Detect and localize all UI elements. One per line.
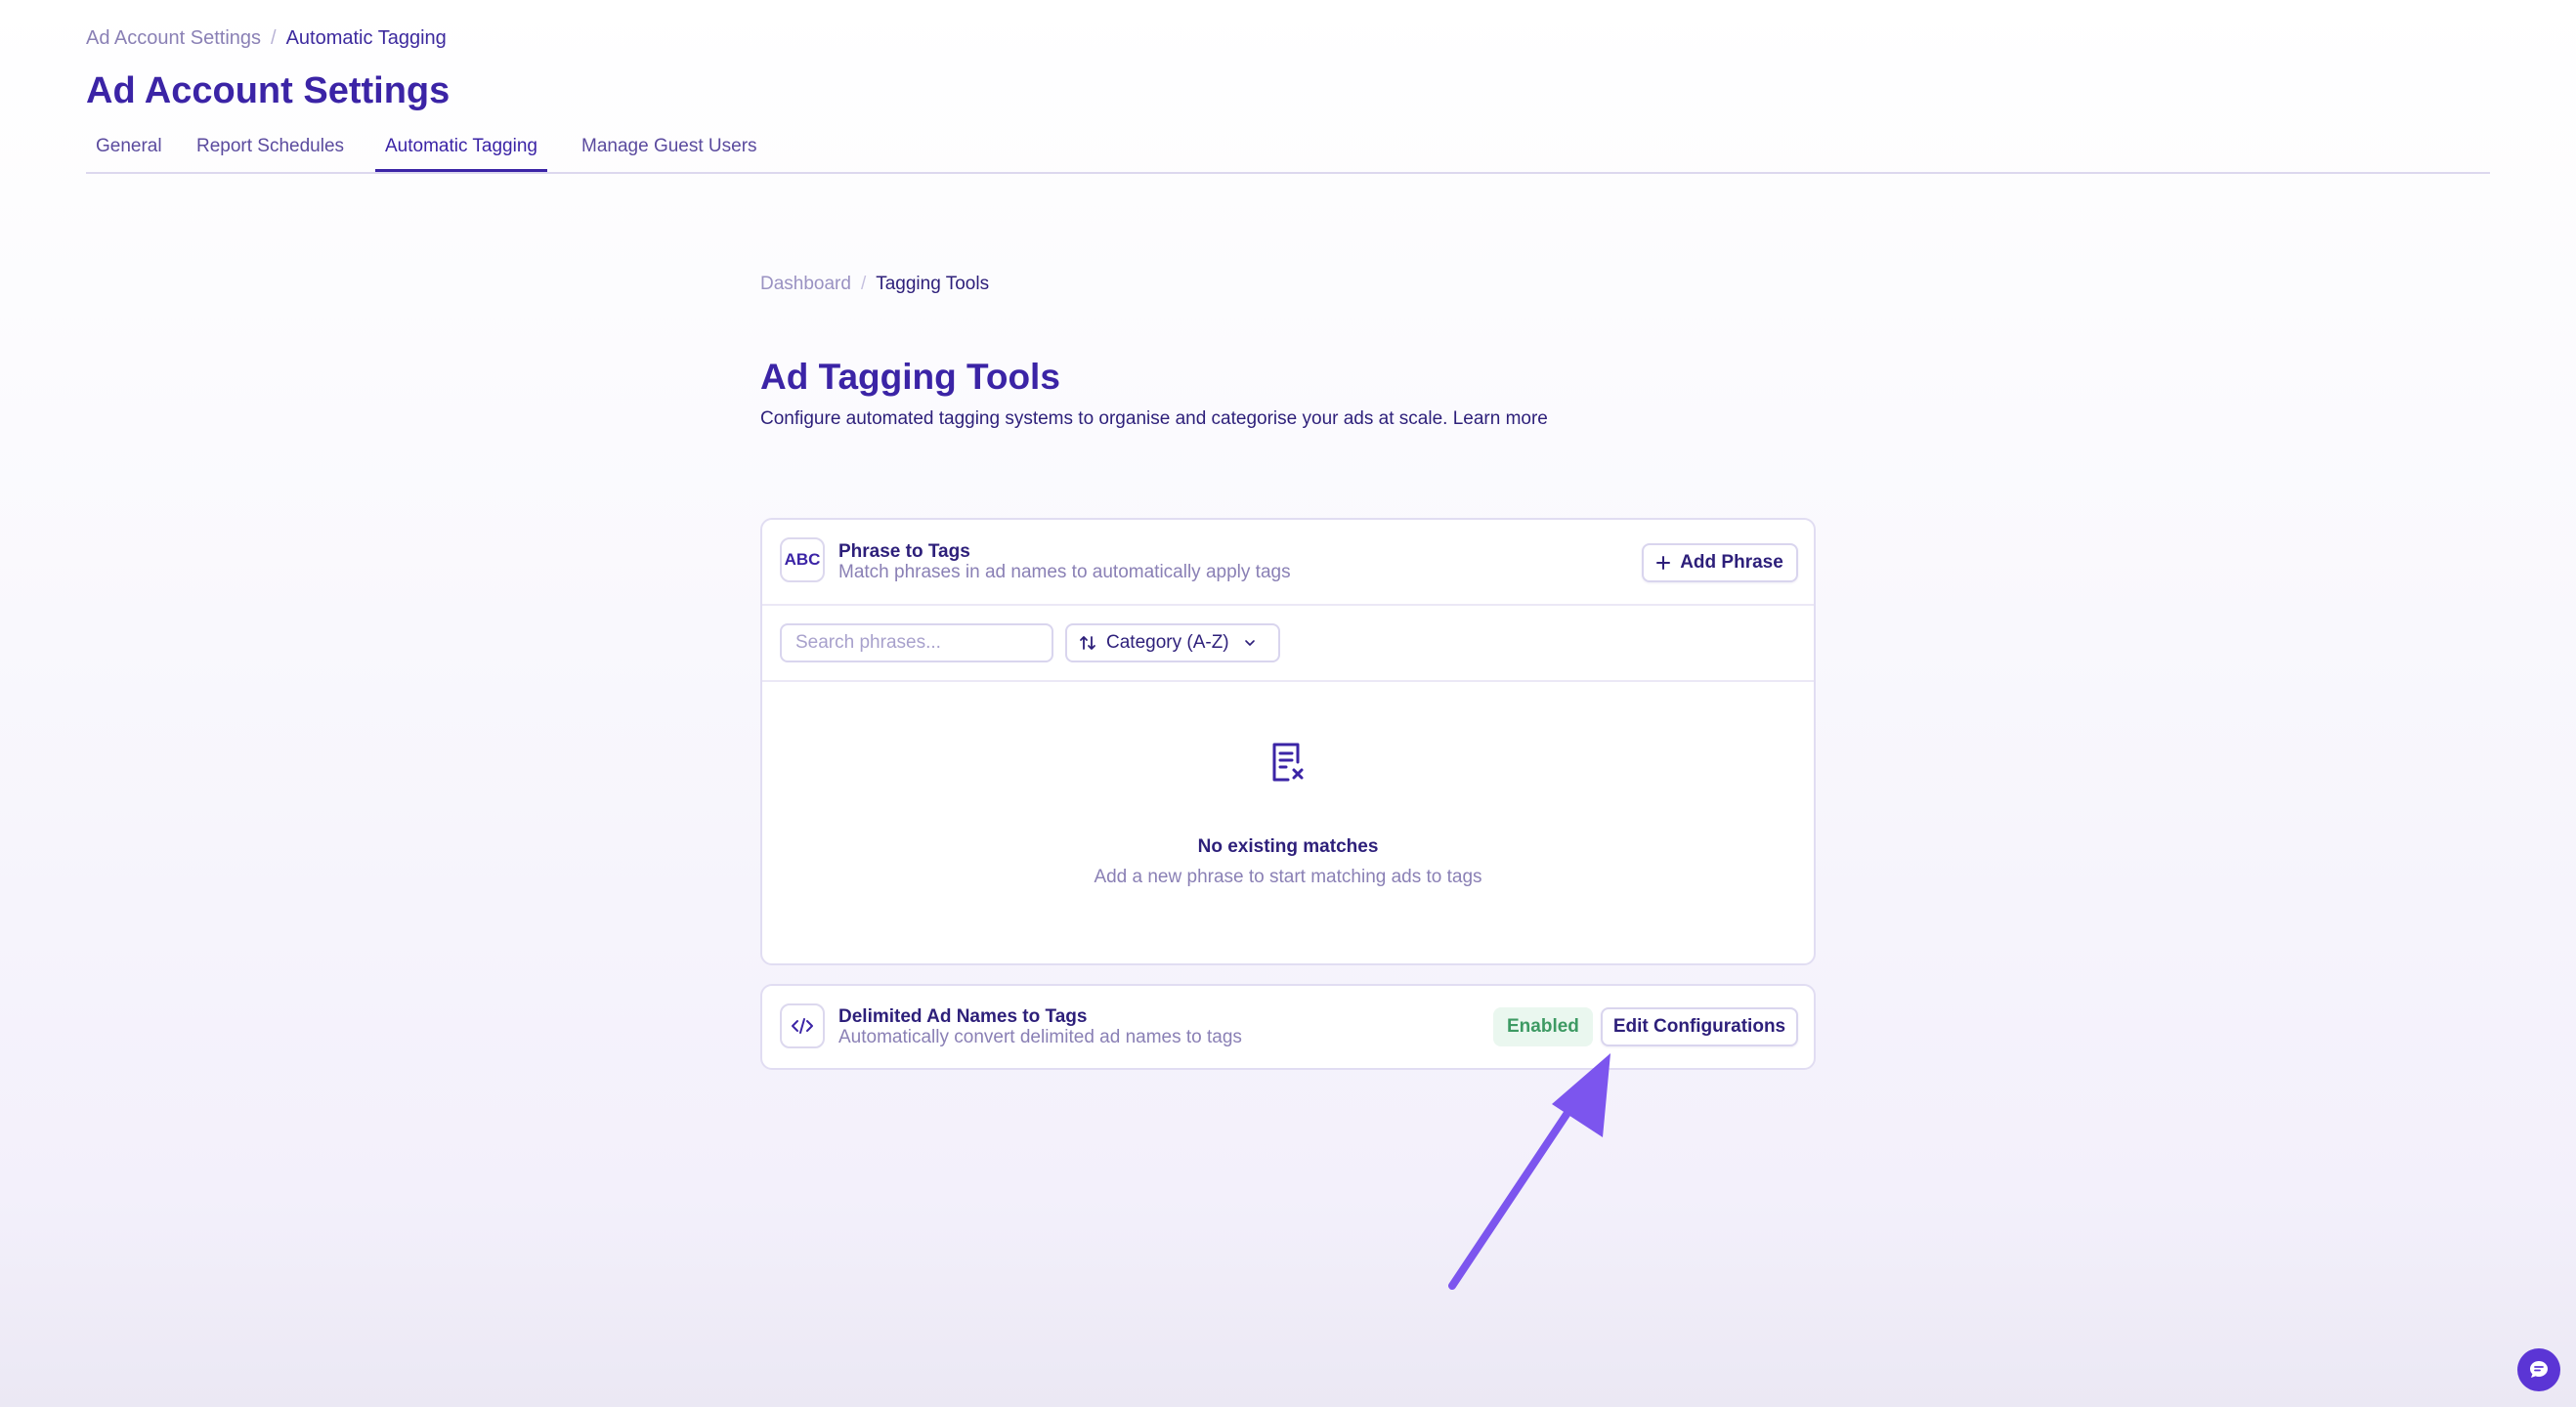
chat-bubble-button[interactable]: [2517, 1348, 2560, 1391]
sort-label: Category (A-Z): [1106, 632, 1229, 653]
plus-icon: [1656, 556, 1671, 570]
section-description: Configure automated tagging systems to o…: [760, 408, 1548, 430]
edit-configurations-button[interactable]: Edit Configurations: [1601, 1007, 1798, 1046]
phrase-card-title: Phrase to Tags: [838, 541, 970, 562]
settings-tabs: General Report Schedules Automatic Taggi…: [86, 129, 2490, 174]
delimited-card-subtitle: Automatically convert delimited ad names…: [838, 1027, 1242, 1047]
phrase-to-tags-card: ABC Phrase to Tags Match phrases in ad n…: [760, 518, 1816, 965]
chat-bubble-icon: [2530, 1361, 2548, 1378]
delimited-ad-names-card: Delimited Ad Names to Tags Automatically…: [760, 984, 1816, 1070]
phrase-card-subtitle: Match phrases in ad names to automatical…: [838, 562, 1291, 582]
empty-state-subtitle: Add a new phrase to start matching ads t…: [1094, 867, 1482, 887]
code-icon: [780, 1003, 825, 1048]
inner-breadcrumb: Dashboard / Tagging Tools: [760, 274, 989, 295]
search-phrases-input[interactable]: [780, 623, 1053, 662]
phrase-card-header: ABC Phrase to Tags Match phrases in ad n…: [762, 520, 1814, 606]
empty-state: No existing matches Add a new phrase to …: [762, 680, 1814, 963]
breadcrumb-dashboard[interactable]: Dashboard: [760, 274, 851, 295]
breadcrumb-tagging-tools: Tagging Tools: [876, 274, 990, 294]
empty-state-title: No existing matches: [1197, 836, 1379, 857]
sort-arrows-icon: [1080, 636, 1095, 650]
add-phrase-label: Add Phrase: [1680, 552, 1783, 573]
status-badge: Enabled: [1493, 1007, 1593, 1046]
edit-configurations-label: Edit Configurations: [1612, 1016, 1786, 1037]
delimited-card-title: Delimited Ad Names to Tags: [838, 1006, 1088, 1027]
breadcrumb-separator: /: [860, 274, 867, 294]
add-phrase-button[interactable]: Add Phrase: [1642, 543, 1798, 582]
page-title: Ad Account Settings: [86, 70, 451, 111]
breadcrumb-ad-account-settings[interactable]: Ad Account Settings: [86, 27, 261, 50]
section-description-text: Configure automated tagging systems to o…: [760, 408, 1448, 429]
learn-more-link[interactable]: Learn more: [1453, 408, 1548, 429]
tab-manage-guest-users[interactable]: Manage Guest Users: [572, 135, 767, 170]
top-breadcrumb: Ad Account Settings / Automatic Tagging: [86, 27, 447, 50]
breadcrumb-separator: /: [271, 27, 277, 49]
tab-general[interactable]: General: [86, 135, 172, 170]
tab-automatic-tagging[interactable]: Automatic Tagging: [375, 135, 547, 172]
sort-dropdown[interactable]: Category (A-Z): [1065, 623, 1280, 662]
breadcrumb-automatic-tagging: Automatic Tagging: [285, 27, 447, 49]
annotation-arrow-icon: [1448, 1053, 1610, 1290]
tab-report-schedules[interactable]: Report Schedules: [187, 135, 354, 170]
phrase-toolbar: Category (A-Z): [762, 604, 1814, 682]
document-x-icon: [1272, 743, 1304, 782]
chevron-down-icon: [1244, 640, 1255, 646]
abc-icon: ABC: [780, 537, 825, 582]
section-title: Ad Tagging Tools: [760, 357, 1060, 397]
